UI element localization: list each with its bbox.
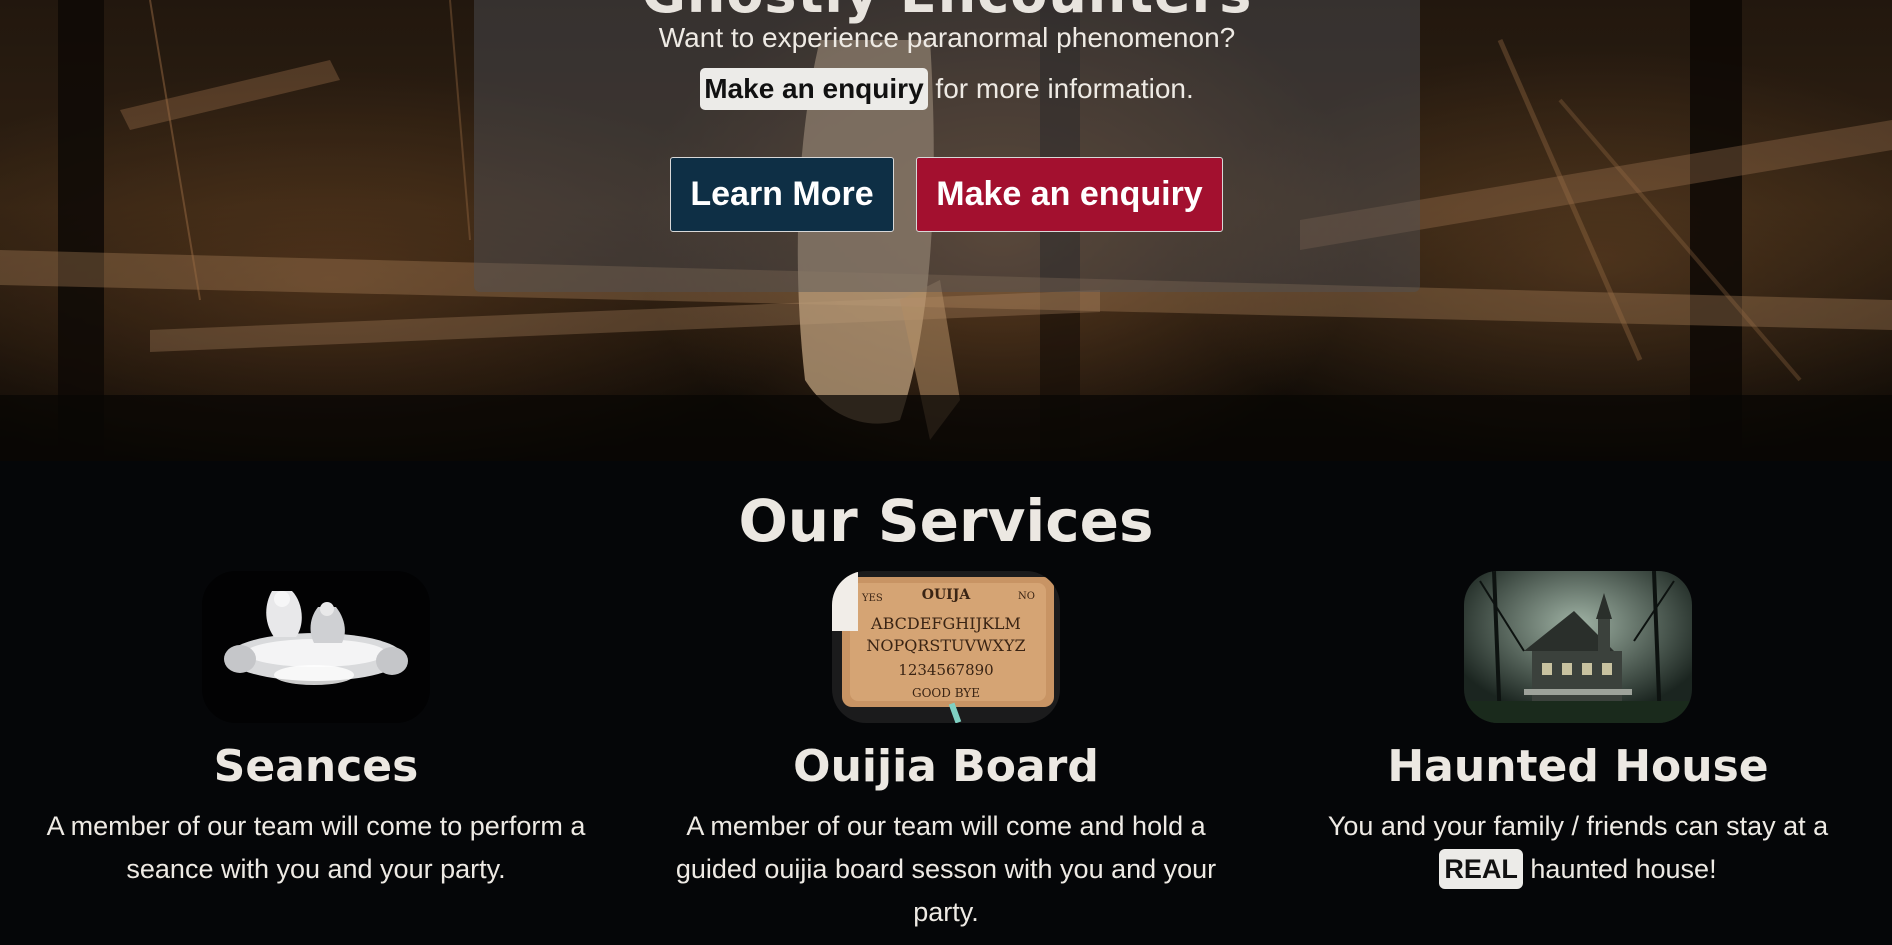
learn-more-button[interactable]: Learn More xyxy=(670,157,894,232)
services-section: Our Services Seances A member of our tea… xyxy=(0,461,1892,945)
haunted-house-photo xyxy=(1464,571,1692,723)
service-description: A member of our team will come to perfor… xyxy=(46,811,586,884)
board-row1-text: ABCDEFGHIJKLM xyxy=(870,614,1021,633)
description-prefix: You and your family / friends can stay a… xyxy=(1327,811,1829,841)
make-enquiry-button[interactable]: Make an enquiry xyxy=(916,157,1223,232)
board-brand-text: OUIJA xyxy=(922,587,972,603)
inline-enquiry-link[interactable]: Make an enquiry xyxy=(700,68,928,110)
service-description: You and your family / friends can stay a… xyxy=(1293,805,1863,891)
board-no-text: NO xyxy=(1018,591,1035,602)
ouija-board-photo: YES OUIJA NO ABCDEFGHIJKLM NOPQRSTUVWXYZ… xyxy=(832,571,1060,723)
description-suffix: haunted house! xyxy=(1522,854,1717,884)
seance-photo xyxy=(202,571,430,723)
service-name: Haunted House xyxy=(1387,741,1769,792)
service-card-haunted-house: Haunted House You and your family / frie… xyxy=(1278,571,1878,891)
hero-section: Ghostly Encounters Want to experience pa… xyxy=(0,0,1892,461)
board-row3-text: 1234567890 xyxy=(898,661,993,679)
service-name: Ouijia Board xyxy=(793,741,1099,792)
service-card-seances: Seances A member of our team will come t… xyxy=(16,571,616,891)
real-badge: REAL xyxy=(1439,849,1523,889)
board-bye-text: GOOD BYE xyxy=(912,686,980,700)
hero-enquiry-suffix: for more information. xyxy=(927,73,1194,104)
board-yes-text: YES xyxy=(861,593,883,604)
hero-subtitle: Want to experience paranormal phenomenon… xyxy=(658,22,1236,53)
hero-button-row: Learn More Make an enquiry xyxy=(474,157,1420,232)
service-name: Seances xyxy=(213,741,419,792)
board-row2-text: NOPQRSTUVWXYZ xyxy=(866,636,1025,655)
services-heading: Our Services xyxy=(738,487,1154,555)
service-card-ouija-board: YES OUIJA NO ABCDEFGHIJKLM NOPQRSTUVWXYZ… xyxy=(646,571,1246,934)
page: Ghostly Encounters Want to experience pa… xyxy=(0,0,1892,945)
hero-card: Ghostly Encounters Want to experience pa… xyxy=(474,0,1420,292)
hero-enquiry-line: Make an enquiry for more information. xyxy=(474,68,1420,110)
service-description: A member of our team will come and hold … xyxy=(675,811,1217,927)
